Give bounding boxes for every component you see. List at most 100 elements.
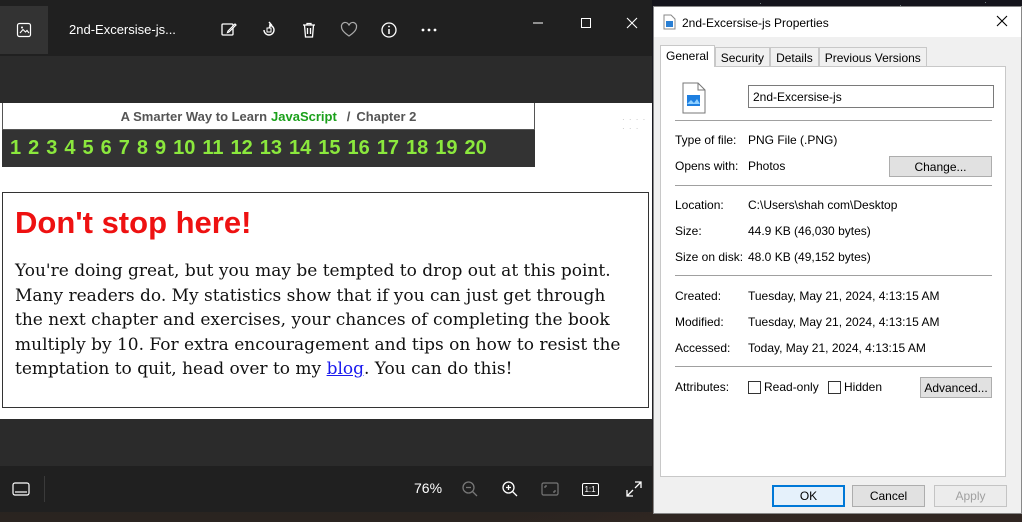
location-label: Location: xyxy=(675,198,724,212)
message-paragraph: You're doing great, but you may be tempt… xyxy=(15,259,636,382)
rotate-icon[interactable] xyxy=(255,16,283,44)
accessed-value: Today, May 21, 2024, 4:13:15 AM xyxy=(748,341,926,355)
book-header-separator: / xyxy=(346,108,351,124)
dialog-close-icon[interactable] xyxy=(995,14,1009,31)
bottombar-divider xyxy=(44,476,45,502)
displayed-image: A Smarter Way to Learn JavaScript / Chap… xyxy=(0,103,652,419)
png-file-icon xyxy=(681,82,707,117)
hidden-checkbox-box[interactable] xyxy=(828,380,841,394)
created-value: Tuesday, May 21, 2024, 4:13:15 AM xyxy=(748,289,940,303)
accessed-label: Accessed: xyxy=(675,341,731,355)
book-header-chapter: Chapter 2 xyxy=(356,108,417,124)
cancel-button[interactable]: Cancel xyxy=(852,485,925,507)
chapter-link[interactable]: 11 xyxy=(202,137,223,160)
filmstrip-icon[interactable] xyxy=(8,476,34,502)
general-panel: Type of file: PNG File (.PNG) Opens with… xyxy=(660,66,1006,477)
chapter-link[interactable]: 9 xyxy=(155,137,166,160)
message-box: Don't stop here! You're doing great, but… xyxy=(2,192,649,408)
maximize-icon[interactable] xyxy=(566,10,606,36)
more-icon[interactable] xyxy=(415,16,443,44)
chapter-link[interactable]: 19 xyxy=(435,137,457,160)
chapter-link[interactable]: 4 xyxy=(64,137,75,160)
actual-size-label: 1:1 xyxy=(581,482,599,496)
photos-titlebar: 2nd-Excersise-js... xyxy=(0,0,652,56)
location-value: C:\Users\shah com\Desktop xyxy=(748,198,898,212)
chapter-link[interactable]: 10 xyxy=(173,137,195,160)
tab-previous-versions[interactable]: Previous Versions xyxy=(818,47,927,67)
photos-app-icon[interactable] xyxy=(0,6,48,54)
favorite-icon[interactable] xyxy=(335,16,363,44)
chapter-link[interactable]: 17 xyxy=(377,137,399,160)
type-label: Type of file: xyxy=(675,133,737,147)
book-header-prefix: A Smarter Way to Learn xyxy=(120,108,268,124)
photos-bottombar: 76% 1:1 xyxy=(0,466,652,512)
book-header: A Smarter Way to Learn JavaScript / Chap… xyxy=(2,103,535,130)
photos-file-title: 2nd-Excersise-js... xyxy=(69,22,176,37)
chapter-link[interactable]: 15 xyxy=(318,137,340,160)
tab-details[interactable]: Details xyxy=(770,47,819,67)
properties-titlebar: 2nd-Excersise-js Properties xyxy=(654,7,1021,37)
chapter-link[interactable]: 12 xyxy=(231,137,253,160)
delete-icon[interactable] xyxy=(295,16,323,44)
photos-window: 2nd-Excersise-js... A Smarter Way to Lea… xyxy=(0,0,652,512)
chapter-link[interactable]: 16 xyxy=(348,137,370,160)
zoom-out-icon[interactable] xyxy=(457,476,483,502)
book-header-brand: JavaScript xyxy=(271,108,337,124)
fit-to-window-icon[interactable] xyxy=(537,476,563,502)
close-icon[interactable] xyxy=(612,10,652,36)
size-on-disk-value: 48.0 KB (49,152 bytes) xyxy=(748,250,871,264)
chapter-link[interactable]: 6 xyxy=(101,137,112,160)
file-title-icon xyxy=(663,14,676,33)
actual-size-button[interactable]: 1:1 xyxy=(577,476,603,502)
readonly-checkbox-box[interactable] xyxy=(748,380,761,394)
chapter-link[interactable]: 2 xyxy=(28,137,39,160)
chapter-nav: 1 2 3 4 5 6 7 8 9 10 11 12 13 14 15 16 17 18 19 20 xyxy=(2,130,535,167)
info-icon[interactable] xyxy=(375,16,403,44)
opens-with-label: Opens with: xyxy=(675,159,739,173)
filename-field[interactable] xyxy=(748,85,994,108)
chapter-link[interactable]: 13 xyxy=(260,137,282,160)
chapter-link[interactable]: 3 xyxy=(46,137,57,160)
divider xyxy=(675,275,992,276)
dotted-divider: · · · · · · · xyxy=(622,115,647,133)
hidden-label: Hidden xyxy=(844,380,883,394)
message-heading: Don't stop here! xyxy=(15,205,252,240)
message-text: You're doing great, but you may be tempt… xyxy=(15,261,621,379)
zoom-in-icon[interactable] xyxy=(497,476,523,502)
chapter-link[interactable]: 1 xyxy=(10,137,21,160)
fullscreen-icon[interactable] xyxy=(621,476,647,502)
change-button[interactable]: Change... xyxy=(889,156,992,177)
apply-button[interactable]: Apply xyxy=(934,485,1007,507)
properties-title: 2nd-Excersise-js Properties xyxy=(682,16,829,30)
edit-icon[interactable] xyxy=(215,16,243,44)
divider xyxy=(675,185,992,186)
minimize-icon[interactable] xyxy=(518,10,558,36)
tab-general[interactable]: General xyxy=(660,45,715,67)
message-text-end: . You can do this! xyxy=(364,359,513,379)
chapter-link[interactable]: 18 xyxy=(406,137,428,160)
advanced-button[interactable]: Advanced... xyxy=(920,377,992,398)
chapter-link[interactable]: 20 xyxy=(465,137,487,160)
divider xyxy=(675,120,992,121)
modified-label: Modified: xyxy=(675,315,724,329)
opens-with-value: Photos xyxy=(748,159,786,173)
blog-link[interactable]: blog xyxy=(327,359,364,379)
tab-security[interactable]: Security xyxy=(714,47,771,67)
attributes-label: Attributes: xyxy=(675,380,730,394)
size-value: 44.9 KB (46,030 bytes) xyxy=(748,224,871,238)
properties-tabs: General Security Details Previous Versions xyxy=(660,45,927,67)
chapter-link[interactable]: 5 xyxy=(83,137,94,160)
chapter-link[interactable]: 14 xyxy=(289,137,311,160)
chapter-link[interactable]: 7 xyxy=(119,137,130,160)
readonly-label: Read-only xyxy=(764,380,819,394)
chapter-link[interactable]: 8 xyxy=(137,137,148,160)
type-value: PNG File (.PNG) xyxy=(748,133,838,147)
hidden-checkbox[interactable]: Hidden xyxy=(828,380,882,394)
readonly-checkbox[interactable]: Read-only xyxy=(748,380,819,394)
size-label: Size: xyxy=(675,224,702,238)
size-on-disk-label: Size on disk: xyxy=(675,250,744,264)
ok-button[interactable]: OK xyxy=(772,485,845,507)
divider xyxy=(675,366,992,367)
created-label: Created: xyxy=(675,289,722,303)
zoom-level: 76% xyxy=(414,480,443,496)
